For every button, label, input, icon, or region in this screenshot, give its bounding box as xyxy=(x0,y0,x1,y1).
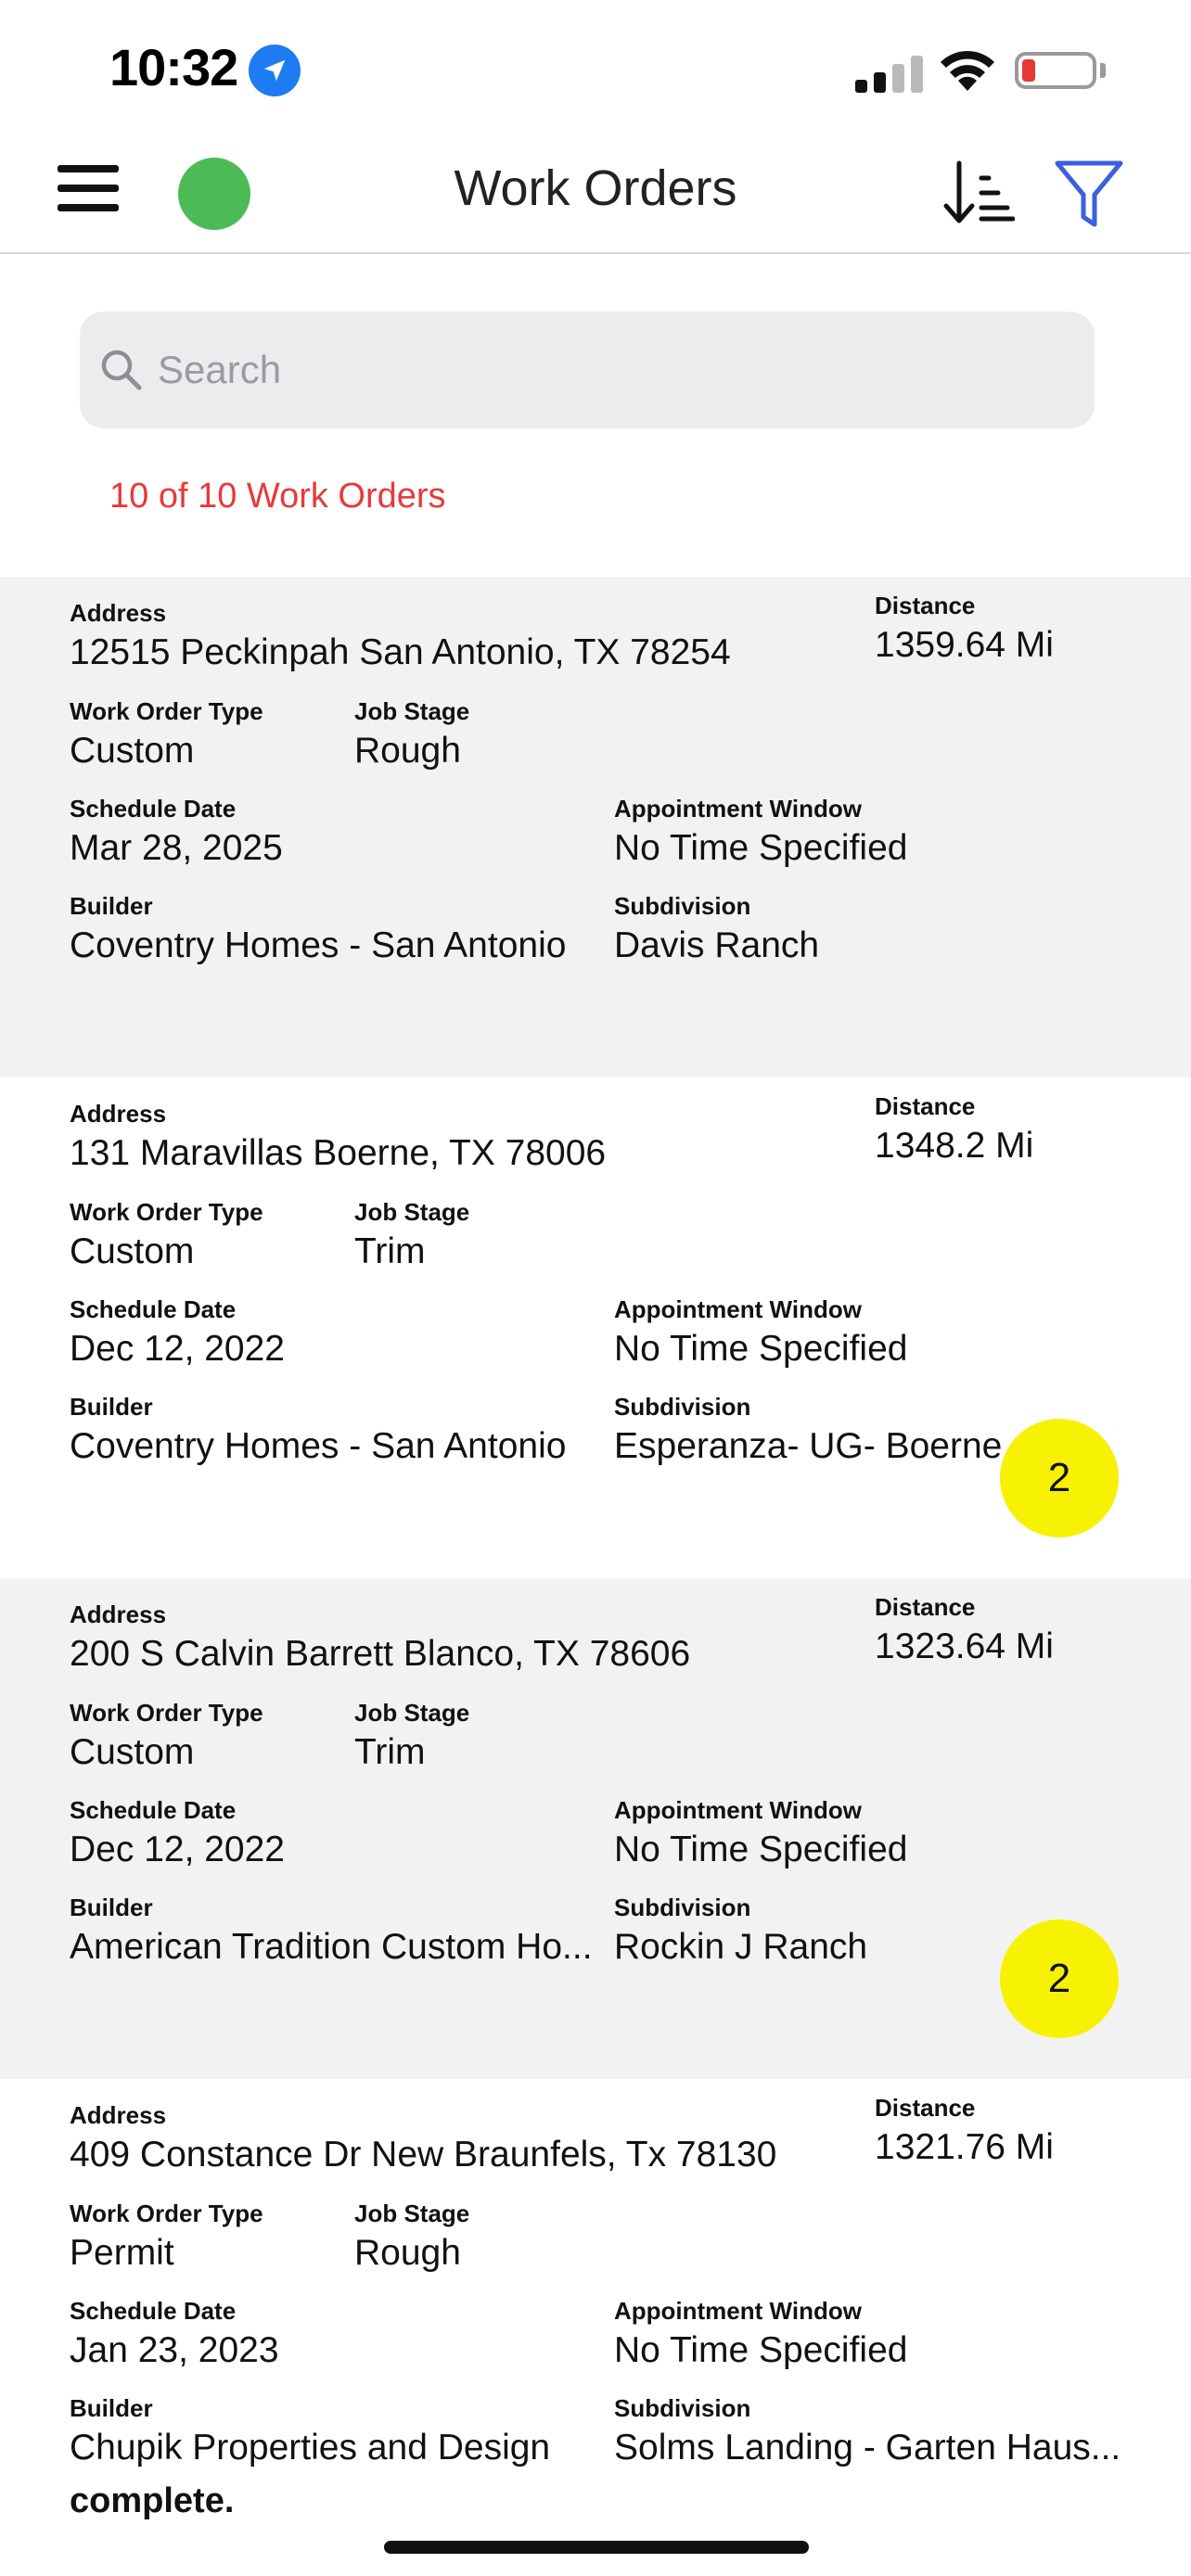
address-label: Address xyxy=(70,599,167,627)
location-arrow-icon xyxy=(249,45,301,96)
builder-label: Builder xyxy=(70,892,153,920)
builder-value: Chupik Properties and Design xyxy=(70,2428,551,2468)
appointment-window-value: No Time Specified xyxy=(614,828,908,868)
work-order-card[interactable]: Address 131 Maravillas Boerne, TX 78006 … xyxy=(0,1078,1191,1578)
job-stage-label: Job Stage xyxy=(354,1198,470,1226)
address-value: 131 Maravillas Boerne, TX 78006 xyxy=(70,1133,607,1173)
builder-value: Coventry Homes - San Antonio xyxy=(70,925,567,965)
search-bar[interactable] xyxy=(80,312,1095,428)
job-stage-value: Rough xyxy=(354,731,461,771)
sort-icon[interactable] xyxy=(941,158,1015,228)
builder-value: Coventry Homes - San Antonio xyxy=(70,1426,567,1466)
distance-label: Distance xyxy=(875,592,976,619)
schedule-date-label: Schedule Date xyxy=(70,795,237,823)
navbar: Work Orders xyxy=(0,139,1191,254)
job-stage-label: Job Stage xyxy=(354,697,470,725)
address-label: Address xyxy=(70,1100,167,1128)
job-stage-value: Trim xyxy=(354,1732,426,1772)
notification-badge[interactable]: 2 xyxy=(1000,1419,1119,1537)
subdivision-label: Subdivision xyxy=(614,1393,751,1421)
schedule-date-value: Dec 12, 2022 xyxy=(70,1830,286,1869)
job-stage-value: Rough xyxy=(354,2233,461,2273)
battery-low-icon xyxy=(1015,52,1096,89)
distance-label: Distance xyxy=(875,2094,976,2122)
subdivision-value: Esperanza- UG- Boerne r xyxy=(614,1426,1025,1466)
schedule-date-label: Schedule Date xyxy=(70,2297,237,2325)
filter-icon[interactable] xyxy=(1052,158,1126,232)
job-stage-value: Trim xyxy=(354,1231,426,1271)
appointment-window-value: No Time Specified xyxy=(614,2330,908,2370)
job-stage-label: Job Stage xyxy=(354,2200,470,2227)
address-label: Address xyxy=(70,2101,167,2129)
subdivision-label: Subdivision xyxy=(614,1894,751,1921)
search-input[interactable] xyxy=(158,312,1076,428)
address-label: Address xyxy=(70,1600,167,1628)
distance-value: 1323.64 Mi xyxy=(875,1626,1054,1666)
schedule-date-value: Mar 28, 2025 xyxy=(70,828,283,868)
appointment-window-label: Appointment Window xyxy=(614,2297,862,2325)
distance-value: 1348.2 Mi xyxy=(875,1126,1034,1166)
appointment-window-label: Appointment Window xyxy=(614,795,862,823)
schedule-date-label: Schedule Date xyxy=(70,1295,237,1323)
appointment-window-value: No Time Specified xyxy=(614,1830,908,1869)
subdivision-value: Davis Ranch xyxy=(614,925,820,965)
work-order-type-label: Work Order Type xyxy=(70,697,263,725)
address-value: 12515 Peckinpah San Antonio, TX 78254 xyxy=(70,632,731,672)
cellular-signal-icon xyxy=(855,56,923,93)
address-value: 200 S Calvin Barrett Blanco, TX 78606 xyxy=(70,1634,691,1674)
schedule-date-label: Schedule Date xyxy=(70,1796,237,1824)
subdivision-value: Solms Landing - Garten Haus... xyxy=(614,2428,1121,2468)
work-order-card[interactable]: Address 200 S Calvin Barrett Blanco, TX … xyxy=(0,1578,1191,2079)
distance-value: 1359.64 Mi xyxy=(875,625,1054,665)
wifi-icon xyxy=(941,50,994,91)
address-value: 409 Constance Dr New Braunfels, Tx 78130 xyxy=(70,2135,777,2174)
builder-label: Builder xyxy=(70,2394,153,2422)
builder-label: Builder xyxy=(70,1393,153,1421)
work-order-type-label: Work Order Type xyxy=(70,2200,263,2227)
work-order-type-label: Work Order Type xyxy=(70,1699,263,1727)
appointment-window-label: Appointment Window xyxy=(614,1796,862,1824)
schedule-date-value: Dec 12, 2022 xyxy=(70,1329,286,1369)
work-order-type-value: Custom xyxy=(70,1231,195,1271)
subdivision-label: Subdivision xyxy=(614,892,751,920)
schedule-date-value: Jan 23, 2023 xyxy=(70,2330,279,2370)
battery-nub xyxy=(1100,63,1106,78)
builder-label: Builder xyxy=(70,1894,153,1921)
notification-badge[interactable]: 2 xyxy=(1000,1919,1119,2038)
appointment-window-label: Appointment Window xyxy=(614,1295,862,1323)
distance-label: Distance xyxy=(875,1593,976,1621)
footer-status-text: complete. xyxy=(70,2481,235,2520)
home-indicator[interactable] xyxy=(384,2541,809,2554)
distance-label: Distance xyxy=(875,1092,976,1120)
distance-value: 1321.76 Mi xyxy=(875,2127,1054,2167)
work-order-card[interactable]: Address 12515 Peckinpah San Antonio, TX … xyxy=(0,577,1191,1078)
work-order-type-label: Work Order Type xyxy=(70,1198,263,1226)
subdivision-label: Subdivision xyxy=(614,2394,751,2422)
work-order-type-value: Custom xyxy=(70,731,195,771)
status-time: 10:32 xyxy=(109,38,238,96)
subdivision-value: Rockin J Ranch xyxy=(614,1927,868,1967)
search-icon xyxy=(101,350,142,390)
appointment-window-value: No Time Specified xyxy=(614,1329,908,1369)
work-order-type-value: Custom xyxy=(70,1732,195,1772)
status-bar: 10:32 xyxy=(0,0,1191,139)
job-stage-label: Job Stage xyxy=(354,1699,470,1727)
work-order-count: 10 of 10 Work Orders xyxy=(109,477,446,516)
builder-value: American Tradition Custom Ho... xyxy=(70,1927,593,1967)
work-order-type-value: Permit xyxy=(70,2233,174,2273)
